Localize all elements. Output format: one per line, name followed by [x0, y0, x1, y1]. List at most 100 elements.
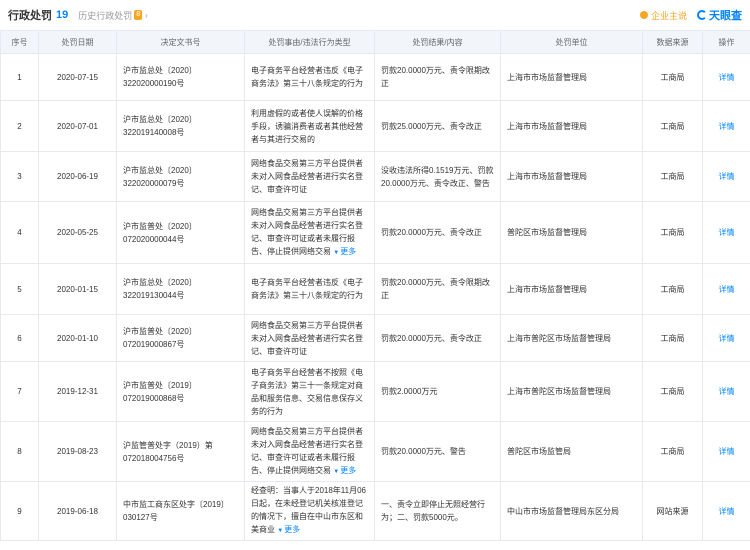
cell-reason: 经查明：当事人于2018年11月06日起，在未经登记机关核准登记的情况下，擅自在… — [244, 481, 375, 541]
cell-date: 2019-12-31 — [38, 361, 117, 422]
cell-no: 7 — [0, 361, 39, 422]
cell-no: 9 — [0, 481, 39, 541]
detail-link[interactable]: 详情 — [702, 481, 750, 541]
detail-link[interactable]: 详情 — [702, 151, 750, 202]
cell-reason: 网络食品交易第三方平台提供者未对入网食品经营者进行实名登记、审查许可证 — [244, 151, 375, 202]
cell-date: 2019-06-18 — [38, 481, 117, 541]
cell-source: 工商局 — [642, 361, 703, 422]
cell-source: 网站来源 — [642, 481, 703, 541]
cell-unit: 中山市市场监督管理局东区分局 — [500, 481, 643, 541]
cell-reason: 电子商务平台经营者违反《电子商务法》第三十八条规定的行为 — [244, 53, 375, 101]
column-header: 操作 — [702, 30, 750, 54]
history-label: 历史行政处罚 — [78, 10, 133, 21]
cell-reason: 网络食品交易第三方平台提供者未对入网食品经营者进行实名登记、审查许可证或者未履行… — [244, 421, 375, 482]
cell-no: 3 — [0, 151, 39, 202]
cell-doc: 沪市监总处〔2020〕322019140008号 — [116, 100, 245, 152]
assistant-label: 企业主说 — [650, 10, 687, 21]
cell-date: 2020-01-10 — [38, 314, 117, 362]
table-header-row: 序号 处罚日期 决定文书号 处罚事由/违法行为类型 处罚结果/内容 处罚单位 数… — [0, 30, 750, 54]
reason-text: 网络食品交易第三方平台提供者未对入网食品经营者进行实名登记、审查许可证 — [251, 320, 363, 356]
penalty-table: 序号 处罚日期 决定文书号 处罚事由/违法行为类型 处罚结果/内容 处罚单位 数… — [0, 30, 750, 541]
detail-link[interactable]: 详情 — [702, 201, 750, 264]
cell-doc: 沪市监普处〔2019〕072019000868号 — [116, 361, 245, 422]
table-row: 2 2020-07-01 沪市监总处〔2020〕322019140008号 利用虚假的… — [0, 100, 750, 152]
detail-link[interactable]: 详情 — [702, 314, 750, 362]
cell-date: 2020-05-25 — [38, 201, 117, 264]
table-row: 8 2019-08-23 沪监管普处字（2019）第072018004756号 网络食… — [0, 421, 750, 482]
tianyancha-logo: 天眼查 — [697, 7, 742, 23]
cell-doc: 沪市监普处〔2020〕072019000867号 — [116, 314, 245, 362]
reason-text: 电子商务平台经营者违反《电子商务法》第三十八条规定的行为 — [251, 66, 363, 88]
reason-text: 经查明：当事人于2018年11月06日起，在未经登记机关核准登记的情况下，擅自在… — [251, 486, 366, 534]
cell-source: 工商局 — [642, 100, 703, 152]
cell-result: 罚款2.0000万元 — [374, 361, 501, 422]
column-header: 数据来源 — [642, 30, 703, 54]
cell-no: 6 — [0, 314, 39, 362]
reason-text: 网络食品交易第三方平台提供者未对入网食品经营者进行实名登记、审查许可证 — [251, 159, 363, 194]
cell-doc: 沪市监普处〔2020〕072020000044号 — [116, 201, 245, 264]
more-link[interactable]: ▼更多 — [333, 247, 356, 256]
section-header: 行政处罚 19 历史行政处罚 8 › 企业主说 天眼查 — [0, 0, 750, 30]
cell-unit: 上海市市场监督管理局 — [500, 100, 643, 152]
cell-result: 罚款20.0000万元、责令限期改正 — [374, 53, 501, 101]
cell-result: 罚款20.0000万元、责令改正 — [374, 314, 501, 362]
cell-date: 2019-08-23 — [38, 421, 117, 482]
history-link[interactable]: 历史行政处罚 8 › — [78, 9, 148, 22]
detail-link[interactable]: 详情 — [702, 100, 750, 152]
cell-doc: 沪市监总处〔2020〕322020000079号 — [116, 151, 245, 202]
cell-source: 工商局 — [642, 263, 703, 315]
cell-unit: 普陀区市场监督管理局 — [500, 201, 643, 264]
section-title: 行政处罚 — [8, 10, 52, 22]
cell-reason: 网络食品交易第三方平台提供者未对入网食品经营者进行实名登记、审查许可证或者未履行… — [244, 201, 375, 264]
logo-text: 天眼查 — [709, 10, 742, 22]
cell-result: 罚款25.0000万元、责令改正 — [374, 100, 501, 152]
table-row: 5 2020-01-15 沪市监总处〔2020〕322019130044号 电子商务平… — [0, 263, 750, 315]
cell-unit: 上海市普陀区市场监督管理局 — [500, 314, 643, 362]
cell-date: 2020-07-15 — [38, 53, 117, 101]
header-tools: 企业主说 天眼查 — [639, 0, 742, 30]
cell-doc: 沪市监总处〔2020〕322020000190号 — [116, 53, 245, 101]
section-count: 19 — [56, 9, 69, 21]
cell-unit: 上海市普陀区市场监督管理局 — [500, 361, 643, 422]
lightbulb-icon — [639, 11, 648, 19]
cell-unit: 上海市市场监督管理局 — [500, 263, 643, 315]
reason-text: 电子商务平台经营者不按照《电子商务法》第三十一条规定对商品和服务信息、交易信息保… — [251, 367, 363, 416]
cell-reason: 电子商务平台经营者不按照《电子商务法》第三十一条规定对商品和服务信息、交易信息保… — [244, 361, 375, 422]
cell-doc: 中市监工商东区处字〔2019〕030127号 — [116, 481, 245, 541]
table-row: 9 2019-06-18 中市监工商东区处字〔2019〕030127号 经查明：当事人… — [0, 481, 750, 541]
chevron-right-icon: › — [145, 10, 148, 20]
more-label: 更多 — [284, 525, 301, 534]
cell-source: 工商局 — [642, 314, 703, 362]
more-link[interactable]: ▼更多 — [333, 466, 356, 475]
table-row: 1 2020-07-15 沪市监总处〔2020〕322020000190号 电子商务平… — [0, 53, 750, 101]
column-header: 处罚事由/违法行为类型 — [244, 30, 375, 54]
more-link[interactable]: ▼更多 — [277, 525, 300, 534]
cell-doc: 沪市监总处〔2020〕322019130044号 — [116, 263, 245, 315]
column-header: 处罚结果/内容 — [374, 30, 501, 54]
cell-date: 2020-01-15 — [38, 263, 117, 315]
cell-reason: 电子商务平台经营者违反《电子商务法》第三十八条规定的行为 — [244, 263, 375, 315]
detail-link[interactable]: 详情 — [702, 421, 750, 482]
reason-text: 电子商务平台经营者违反《电子商务法》第三十八条规定的行为 — [251, 278, 363, 300]
detail-link[interactable]: 详情 — [702, 53, 750, 101]
reason-text: 利用虚假的或者使人误解的价格手段，诱骗消费者或者其他经营者与其进行交易的 — [251, 108, 363, 144]
cell-unit: 上海市市场监督管理局 — [500, 151, 643, 202]
cell-date: 2020-07-01 — [38, 100, 117, 152]
cell-source: 工商局 — [642, 151, 703, 202]
cell-no: 8 — [0, 421, 39, 482]
cell-result: 罚款20.0000万元、警告 — [374, 421, 501, 482]
cell-result: 没收违法所得0.1519万元、罚款20.0000万元、责令改正、警告 — [374, 151, 501, 202]
column-header: 序号 — [0, 30, 39, 54]
more-label: 更多 — [340, 465, 357, 475]
detail-link[interactable]: 详情 — [702, 361, 750, 422]
triangle-down-icon: ▼ — [277, 528, 284, 534]
table-row: 6 2020-01-10 沪市监普处〔2020〕072019000867号 网络食品交… — [0, 314, 750, 362]
triangle-down-icon: ▼ — [333, 249, 340, 256]
more-label: 更多 — [340, 246, 357, 256]
assistant-link[interactable]: 企业主说 — [639, 9, 687, 22]
triangle-down-icon: ▼ — [333, 468, 340, 475]
cell-reason: 网络食品交易第三方平台提供者未对入网食品经营者进行实名登记、审查许可证 — [244, 314, 375, 362]
table-row: 4 2020-05-25 沪市监普处〔2020〕072020000044号 网络食品交… — [0, 201, 750, 264]
detail-link[interactable]: 详情 — [702, 263, 750, 315]
cell-reason: 利用虚假的或者使人误解的价格手段，诱骗消费者或者其他经营者与其进行交易的 — [244, 100, 375, 152]
